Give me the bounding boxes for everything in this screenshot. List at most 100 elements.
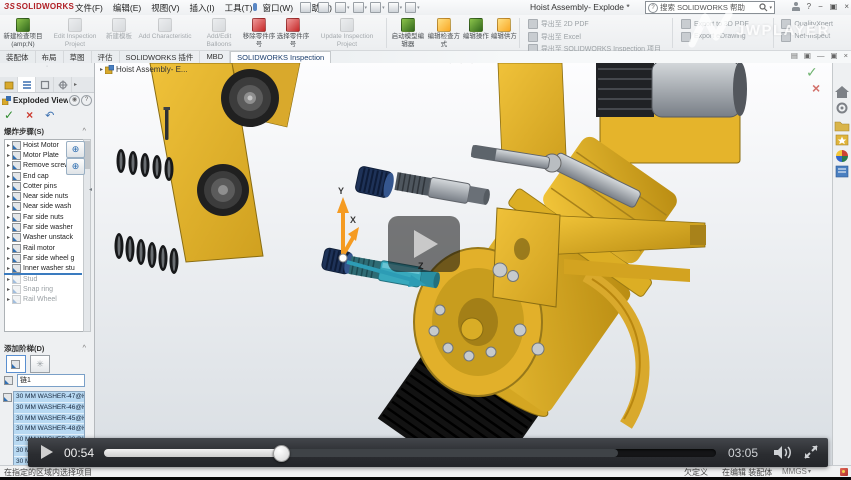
explode-step-row[interactable]: Rail motor	[5, 243, 83, 253]
ribbon-button[interactable]: 编辑检查方式	[427, 16, 461, 50]
tab-scroll-icon[interactable]: ▸	[74, 81, 77, 88]
file-explorer-icon[interactable]	[836, 135, 848, 145]
explode-step-row[interactable]: Near side nuts	[5, 191, 83, 201]
model-scene[interactable]: Y X Z	[94, 63, 832, 465]
ribbon-button[interactable]: 编辑供方	[491, 16, 517, 50]
doc-window-button[interactable]: ▤	[791, 51, 798, 60]
resources-gear-icon[interactable]	[838, 104, 847, 113]
pin-icon[interactable]	[253, 3, 257, 11]
ribbon-button[interactable]: 新建检查项目(amp;N)	[0, 16, 46, 50]
command-tab[interactable]: SOLIDWORKS Inspection	[230, 51, 331, 63]
seek-bar[interactable]	[104, 449, 716, 457]
menu-item[interactable]: 文件(F)	[70, 2, 108, 14]
cancel-button[interactable]: ×	[26, 108, 33, 122]
menu-item[interactable]: 视图(V)	[146, 2, 184, 14]
component-row[interactable]: 30 MM WASHER-46@H	[14, 403, 84, 414]
help-icon[interactable]: ?	[81, 95, 92, 106]
command-tab[interactable]: 草图	[64, 51, 92, 63]
ribbon-button[interactable]: 新建模板	[104, 16, 134, 50]
units-selector[interactable]: MMGS	[782, 467, 807, 476]
panel-splitter[interactable]: ◂	[89, 186, 92, 193]
explode-step-row[interactable]: Far side washer	[5, 222, 83, 232]
explode-step-row[interactable]: Near side wash	[5, 202, 83, 212]
component-row[interactable]: 30 MM WASHER-48@H	[14, 424, 84, 435]
user-icon[interactable]	[792, 2, 800, 11]
minimize-button[interactable]: −	[818, 1, 823, 12]
search-input[interactable]: ? 搜索 SOLIDWORKS 帮助	[645, 1, 775, 14]
doc-window-button[interactable]: —	[817, 51, 825, 60]
tab-configurationmanager[interactable]	[36, 77, 54, 92]
mid-bracket[interactable]	[493, 208, 560, 307]
menu-item[interactable]: 插入(I)	[185, 2, 220, 14]
command-tab[interactable]: 评估	[92, 51, 120, 63]
explode-step-row[interactable]: Snap ring	[5, 284, 83, 294]
export-menu-item[interactable]: Export eDrawing	[681, 32, 765, 42]
ribbon-button[interactable]: 移除零件序号	[242, 16, 276, 50]
ribbon-button[interactable]: Add Characteristic	[134, 16, 196, 50]
confirm-cancel-icon[interactable]: ×	[812, 80, 820, 96]
rail-wheel-1[interactable]	[221, 69, 279, 127]
restore-button[interactable]: ▣	[830, 1, 838, 12]
units-caret-icon[interactable]: ▾	[808, 468, 811, 475]
seek-handle[interactable]	[273, 445, 290, 462]
tab-propertymanager[interactable]	[18, 77, 36, 92]
volume-button[interactable]	[773, 445, 795, 460]
explode-step-row[interactable]: Rail Wheel	[5, 294, 83, 304]
rotate-direction-button[interactable]: ⊕	[66, 158, 85, 175]
explode-direction-button[interactable]: ⊕	[66, 141, 85, 158]
regular-step-button[interactable]	[6, 355, 26, 373]
command-tab[interactable]: MBD	[200, 51, 230, 63]
play-button[interactable]	[41, 445, 53, 459]
radial-step-button[interactable]: ✳	[30, 355, 50, 373]
help-button[interactable]: ?	[807, 1, 811, 12]
menu-item[interactable]: 工具(T)	[220, 2, 258, 14]
tab-dimxpertmanager[interactable]	[54, 77, 72, 92]
command-tab[interactable]: 布局	[36, 51, 64, 63]
export-menu-item[interactable]: 导出至 2D PDF	[528, 19, 664, 29]
component-row[interactable]: 30 MM WASHER-47@H	[14, 392, 84, 403]
doc-window-button[interactable]: ×	[844, 51, 848, 60]
export-menu-item[interactable]: Net-Inspect	[781, 32, 845, 42]
home-icon[interactable]	[835, 86, 849, 98]
tray-icon[interactable]	[840, 468, 848, 476]
step-name-input[interactable]: 链1	[17, 374, 85, 387]
view-palette-icon[interactable]	[836, 166, 848, 177]
ribbon-button[interactable]: 编辑操作	[461, 16, 491, 50]
rail-wheel-2[interactable]	[197, 164, 249, 216]
graphics-area[interactable]: Y X Z	[94, 63, 832, 465]
design-library-folder-icon[interactable]	[835, 122, 849, 131]
panel-collapse-handle[interactable]: ·	[0, 63, 94, 77]
ribbon-button[interactable]: Add/Edit Balloons	[196, 16, 242, 50]
ok-button[interactable]: ✓	[4, 108, 14, 122]
confirm-ok-icon[interactable]: ✓	[806, 64, 820, 80]
expand-icon[interactable]: ▸	[100, 66, 103, 73]
fullscreen-button[interactable]	[803, 445, 819, 460]
support-arm[interactable]	[540, 215, 706, 282]
ribbon-button[interactable]: Edit Inspection Project	[46, 16, 104, 50]
menu-item[interactable]: 窗口(W)	[257, 2, 298, 14]
play-overlay-button[interactable]	[388, 216, 460, 272]
doc-window-button[interactable]: ▣	[804, 51, 811, 60]
ribbon-button[interactable]: 启动模型编辑器	[389, 16, 427, 50]
hoist-motor[interactable]	[596, 63, 747, 163]
close-button[interactable]: ×	[844, 1, 849, 12]
export-menu-item[interactable]: Export to 3D PDF	[681, 19, 765, 29]
add-step-header[interactable]: 添加阶梯(D)	[4, 343, 90, 354]
command-tab[interactable]: SOLIDWORKS 插件	[120, 51, 201, 63]
menu-item[interactable]: 编辑(E)	[108, 2, 146, 14]
tab-featuremanager[interactable]	[0, 77, 18, 92]
component-row[interactable]: 30 MM WASHER-45@H	[14, 414, 84, 425]
explode-step-row[interactable]: Far side wheel g	[5, 253, 83, 263]
flyout-tree[interactable]: ▸ Hoist Assembly- E...	[100, 65, 188, 74]
explode-step-row[interactable]: Cotter pins	[5, 181, 83, 191]
explode-step-row[interactable]: Far side nuts	[5, 212, 83, 222]
explode-step-row[interactable]: Washer unstack	[5, 233, 83, 243]
explode-step-row[interactable]: Stud	[5, 274, 83, 284]
command-tab[interactable]: 装配体	[0, 51, 36, 63]
appearances-icon[interactable]	[836, 150, 848, 162]
export-menu-item[interactable]: QualityXpert	[781, 19, 845, 29]
search-icon[interactable]	[759, 3, 768, 12]
ribbon-button[interactable]: Update Inspection Project	[310, 16, 384, 50]
pin-icon[interactable]: ◉	[69, 95, 80, 106]
undo-button[interactable]: ↶	[45, 109, 54, 122]
